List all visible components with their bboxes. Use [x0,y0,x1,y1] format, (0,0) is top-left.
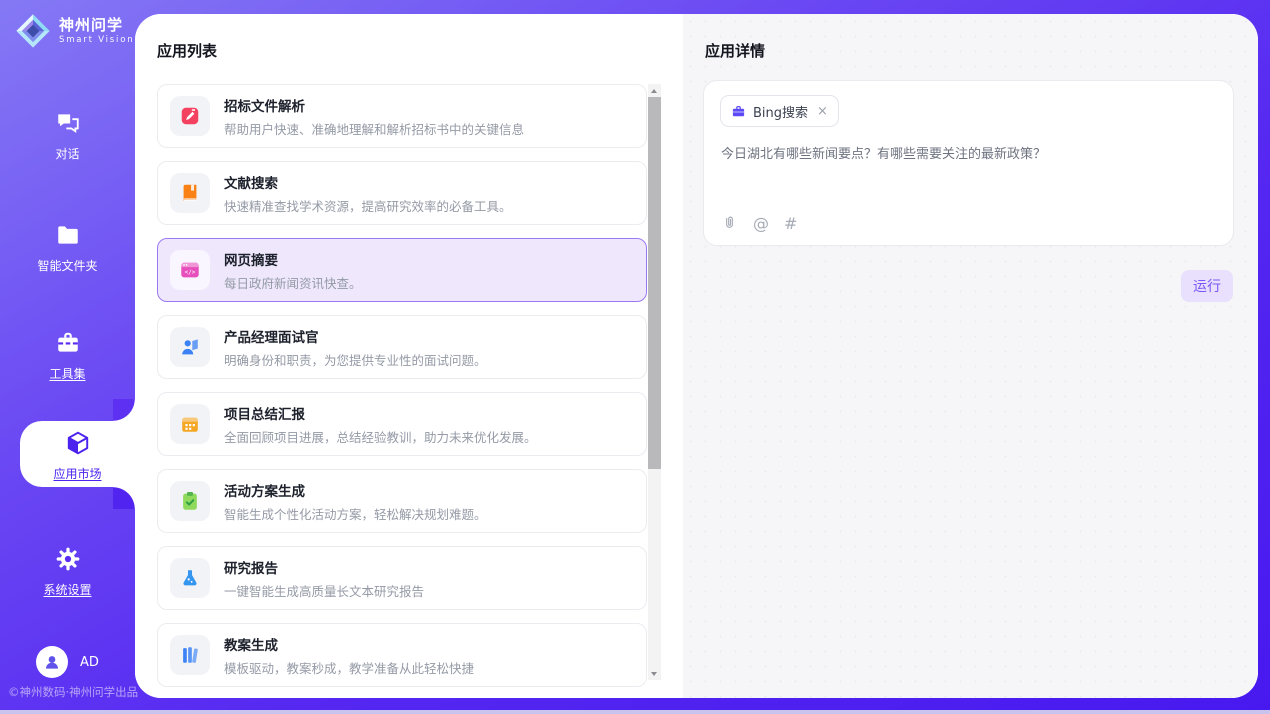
app-name: 项目总结汇报 [224,403,537,423]
calendar-icon [170,404,210,444]
tool-chip-bing-search[interactable]: Bing搜索 × [720,95,839,127]
sidebar-item-label: 工具集 [49,367,85,381]
app-list: 招标文件解析 帮助用户快速、准确地理解和解析招标书中的关键信息 文献搜索 快速精… [157,84,647,687]
sidebar-item-label: 应用市场 [53,467,101,481]
diamond-logo-icon [14,12,52,50]
app-description: 全面回顾项目进展，总结经验教训，助力未来优化发展。 [224,427,537,446]
app-list-item[interactable]: 项目总结汇报 全面回顾项目进展，总结经验教训，助力未来优化发展。 [157,392,647,456]
attachment-icon[interactable] [721,215,738,232]
main-content: 应用列表 招标文件解析 帮助用户快速、准确地理解和解析招标书中的关键信息 文献搜… [135,14,1258,698]
mention-icon[interactable]: @ [753,214,769,233]
app-description: 每日政府新闻资讯快查。 [224,273,362,292]
app-description: 模板驱动，教案秒成，教学准备从此轻松快捷 [224,658,474,677]
user-name: AD [80,655,99,670]
scroll-up-button[interactable] [648,84,661,97]
scroll-down-icon [651,672,657,676]
scrollbar-thumb[interactable] [648,97,661,469]
app-description: 快速精准查找学术资源，提高研究效率的必备工具。 [224,196,512,215]
query-text: 今日湖北有哪些新闻要点？有哪些需要关注的最新政策？ [721,145,1217,165]
sidebar-item-toolset[interactable]: 工具集 [0,330,135,382]
sidebar-item-settings[interactable]: 系统设置 [0,546,135,598]
hash-icon[interactable]: # [784,214,797,233]
app-description: 帮助用户快速、准确地理解和解析招标书中的关键信息 [224,119,524,138]
app-list-scrollbar[interactable] [648,84,661,680]
app-list-item[interactable]: 活动方案生成 智能生成个性化活动方案，轻松解决规划难题。 [157,469,647,533]
app-description: 智能生成个性化活动方案，轻松解决规划难题。 [224,504,487,523]
app-list-item[interactable]: 教案生成 模板驱动，教案秒成，教学准备从此轻松快捷 [157,623,647,687]
book-icon [170,173,210,213]
app-name: 文献搜索 [224,172,512,192]
app-list-item[interactable]: 研究报告 一键智能生成高质量长文本研究报告 [157,546,647,610]
app-list-item[interactable]: </> 网页摘要 每日政府新闻资讯快查。 [157,238,647,302]
clipboard-check-icon [170,481,210,521]
avatar [36,646,68,678]
chat-icon [55,110,81,136]
app-list-title: 应用列表 [157,40,217,61]
browser-code-icon: </> [170,250,210,290]
cube-icon [65,430,91,456]
app-list-panel: 应用列表 招标文件解析 帮助用户快速、准确地理解和解析招标书中的关键信息 文献搜… [135,14,683,698]
prompt-card: Bing搜索 × 今日湖北有哪些新闻要点？有哪些需要关注的最新政策？ @ # [703,80,1234,246]
svg-text:</>: </> [185,269,196,276]
sidebar: 神州问学 Smart Vision 对话 智能文件夹 [0,0,135,714]
copyright-footer: ©神州数码·神州问学出品 [8,684,138,700]
app-detail-panel: 应用详情 Bing搜索 × 今日湖北有哪些新闻要点？有哪些需要关注的最新政策？ [683,14,1258,698]
user-avatar-icon [42,652,62,672]
app-list-item[interactable]: 文献搜索 快速精准查找学术资源，提高研究效率的必备工具。 [157,161,647,225]
app-list-item[interactable]: 产品经理面试官 明确身份和职责，为您提供专业性的面试问题。 [157,315,647,379]
gear-icon [55,546,81,572]
brand-subtitle: Smart Vision [59,35,134,45]
app-name: 教案生成 [224,634,474,654]
scroll-up-icon [651,89,657,93]
close-icon[interactable]: × [817,105,828,118]
sidebar-item-label: 智能文件夹 [37,259,97,273]
briefcase-icon [731,104,746,119]
sidebar-item-app-market[interactable]: 应用市场 [20,421,135,487]
composer-toolbar: @ # [721,214,797,233]
books-icon [170,635,210,675]
app-description: 一键智能生成高质量长文本研究报告 [224,581,424,600]
run-button[interactable]: 运行 [1181,270,1233,302]
app-description: 明确身份和职责，为您提供专业性的面试问题。 [224,350,487,369]
active-notch-top [113,399,135,421]
brand-name: 神州问学 [59,17,134,34]
app-name: 网页摘要 [224,249,362,269]
app-detail-title: 应用详情 [705,40,765,61]
sidebar-item-label: 系统设置 [43,583,91,597]
tool-chip-label: Bing搜索 [753,102,808,121]
app-name: 招标文件解析 [224,95,524,115]
sidebar-item-smart-folder[interactable]: 智能文件夹 [0,222,135,274]
bottom-strip [0,710,1270,714]
brand-logo: 神州问学 Smart Vision [14,12,134,50]
pen-square-icon [170,96,210,136]
app-name: 研究报告 [224,557,424,577]
sidebar-item-chat[interactable]: 对话 [0,110,135,162]
folder-icon [55,222,81,248]
toolbox-icon [55,330,81,356]
research-icon [170,558,210,598]
user-account[interactable]: AD [36,646,99,678]
app-name: 活动方案生成 [224,480,487,500]
scroll-down-button[interactable] [648,667,661,680]
app-name: 产品经理面试官 [224,326,487,346]
sidebar-item-label: 对话 [55,147,79,161]
interviewer-icon [170,327,210,367]
app-list-item[interactable]: 招标文件解析 帮助用户快速、准确地理解和解析招标书中的关键信息 [157,84,647,148]
active-notch-bottom [113,487,135,509]
